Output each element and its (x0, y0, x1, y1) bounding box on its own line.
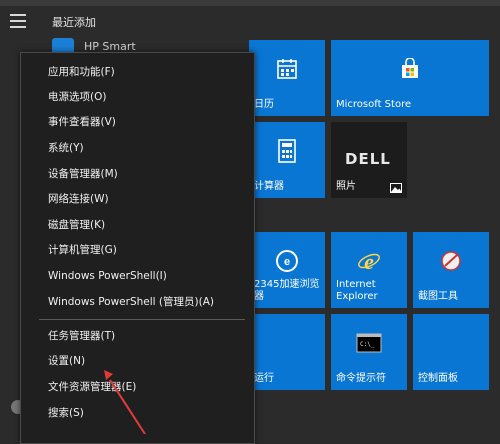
store-icon (402, 57, 418, 78)
command-prompt-icon: C:\_ (356, 333, 382, 353)
tile-snipping-tool-label: 截图工具 (418, 291, 458, 302)
menu-item-powershell[interactable]: Windows PowerShell(I) (21, 264, 254, 288)
menu-item-powershell-admin[interactable]: Windows PowerShell (管理员)(A) (21, 290, 254, 314)
menu-item-system[interactable]: 系统(Y) (21, 136, 254, 160)
menu-separator (39, 319, 245, 320)
tile-internet-explorer-label: Internet Explorer (336, 279, 378, 302)
browser-2345-icon: e (276, 249, 298, 272)
menu-item-settings[interactable]: 设置(N) (21, 349, 254, 373)
tile-calculator-label: 计算器 (254, 181, 284, 192)
dell-logo: DELL (345, 150, 391, 168)
tile-run[interactable]: 运行 (249, 314, 325, 390)
internet-explorer-icon: e (358, 249, 380, 273)
svg-text:C:\_: C:\_ (360, 341, 375, 348)
calendar-icon (277, 58, 297, 79)
calculator-icon (278, 139, 296, 163)
svg-text:e: e (364, 249, 374, 273)
snipping-tool-icon (441, 251, 461, 271)
menu-item-search[interactable]: 搜索(S) (21, 401, 254, 425)
top-strip (0, 0, 500, 6)
tile-store-label: Microsoft Store (336, 99, 412, 110)
tile-command-prompt[interactable]: C:\_ 命令提示符 (331, 314, 407, 390)
tile-internet-explorer[interactable]: e Internet Explorer (331, 232, 407, 308)
tile-control-panel-label: 控制面板 (418, 373, 458, 384)
tile-control-panel[interactable]: 控制面板 (413, 314, 489, 390)
recently-added-label: 最近添加 (52, 16, 96, 29)
svg-text:e: e (284, 256, 290, 268)
menu-item-computer-management[interactable]: 计算机管理(G) (21, 238, 254, 262)
menu-item-disk-management[interactable]: 磁盘管理(K) (21, 213, 254, 237)
tile-snipping-tool[interactable]: 截图工具 (413, 232, 489, 308)
menu-item-file-explorer[interactable]: 文件资源管理器(E) (21, 375, 254, 399)
winx-context-menu: 应用和功能(F) 电源选项(O) 事件查看器(V) 系统(Y) 设备管理器(M)… (20, 52, 255, 444)
tile-photos-label: 照片 (336, 181, 356, 192)
menu-item-device-manager[interactable]: 设备管理器(M) (21, 162, 254, 186)
menu-item-task-manager[interactable]: 任务管理器(T) (21, 324, 254, 348)
menu-item-power-options[interactable]: 电源选项(O) (21, 85, 254, 109)
photos-icon (390, 183, 402, 193)
hamburger-menu-icon[interactable] (10, 14, 26, 28)
menu-item-network-connections[interactable]: 网络连接(W) (21, 187, 254, 211)
tile-run-label: 运行 (254, 373, 274, 384)
tile-calendar[interactable]: 日历 (249, 40, 325, 116)
tile-calculator[interactable]: 计算器 (249, 122, 325, 198)
tile-command-prompt-label: 命令提示符 (336, 373, 386, 384)
menu-item-event-viewer[interactable]: 事件查看器(V) (21, 110, 254, 134)
menu-item-apps-features[interactable]: 应用和功能(F) (21, 60, 254, 84)
tile-photos[interactable]: DELL 照片 (331, 122, 407, 198)
tile-2345-browser-label: 2345加速浏览器 (254, 279, 320, 302)
tile-2345-browser[interactable]: e 2345加速浏览器 (249, 232, 325, 308)
tile-calendar-label: 日历 (254, 99, 274, 110)
tile-store[interactable]: Microsoft Store (331, 40, 489, 116)
